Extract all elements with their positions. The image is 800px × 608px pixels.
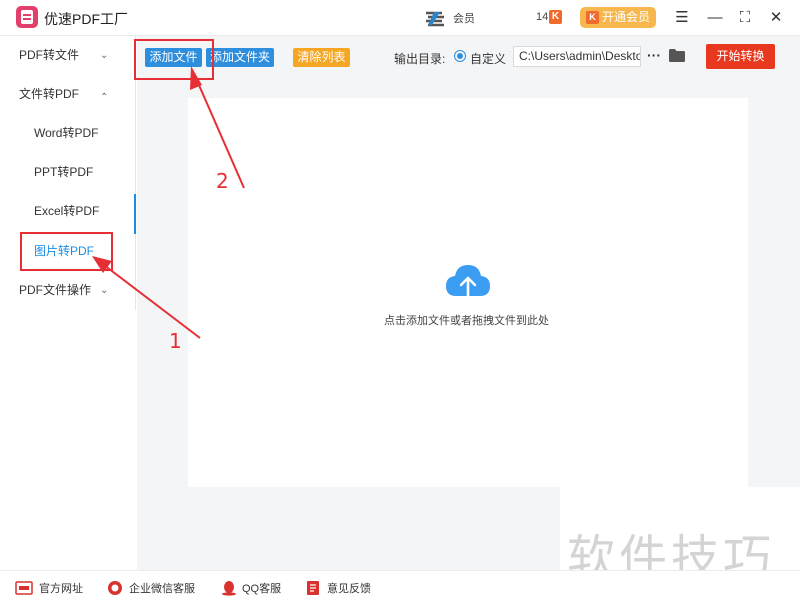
feedback-icon[interactable]: [304, 580, 322, 596]
sidebar-item-label: PDF转文件: [19, 48, 80, 62]
clear-list-button[interactable]: 清除列表: [293, 48, 350, 67]
add-folder-button[interactable]: 添加文件夹: [206, 48, 274, 67]
sidebar-item-label: Excel转PDF: [34, 204, 100, 218]
qq-icon[interactable]: [220, 580, 238, 596]
user-logo-icon: [426, 11, 444, 27]
cloud-upload-icon[interactable]: [444, 262, 492, 302]
footer-link-website[interactable]: 官方网址: [39, 582, 83, 596]
vip-k-icon: K: [586, 11, 599, 24]
user-id: 14: [536, 11, 549, 23]
website-icon[interactable]: [15, 580, 33, 596]
sidebar-active-indicator: [134, 194, 136, 234]
sidebar-item-file-to-pdf[interactable]: 文件转PDF: [19, 84, 79, 104]
output-dir-label: 输出目录:: [394, 52, 446, 66]
sidebar-item-word-to-pdf[interactable]: Word转PDF: [34, 123, 98, 143]
sidebar-item-ppt-to-pdf[interactable]: PPT转PDF: [34, 162, 93, 182]
app-logo-icon: [16, 6, 38, 28]
footer-link-feedback[interactable]: 意见反馈: [327, 582, 371, 596]
custom-radio-label: 自定义: [470, 52, 507, 66]
minimize-button[interactable]: —: [705, 8, 725, 28]
chevron-up-icon[interactable]: ⌃: [100, 93, 110, 103]
footer-link-wechat-service[interactable]: 企业微信客服: [129, 582, 195, 596]
open-vip-button[interactable]: K 开通会员: [580, 7, 656, 28]
sidebar-item-label: PPT转PDF: [34, 165, 94, 179]
footer-link-qq-service[interactable]: QQ客服: [242, 582, 281, 596]
annotation-step-2: 2: [216, 169, 229, 193]
vip-button-label: 开通会员: [602, 10, 651, 24]
menu-icon[interactable]: ☰: [672, 8, 692, 28]
maximize-button[interactable]: ⛶: [735, 8, 755, 28]
custom-radio[interactable]: [454, 50, 466, 62]
close-button[interactable]: ✕: [766, 8, 786, 28]
sidebar-item-label: 文件转PDF: [19, 87, 80, 101]
wechat-service-icon[interactable]: [106, 580, 124, 596]
sidebar-item-label: PDF文件操作: [19, 283, 92, 297]
sidebar-item-label: Word转PDF: [34, 126, 99, 140]
chevron-down-icon[interactable]: ⌄: [100, 286, 110, 296]
annotation-highlight-box: [134, 39, 214, 80]
vip-tag-icon: K: [549, 10, 562, 24]
sidebar-item-excel-to-pdf[interactable]: Excel转PDF: [34, 201, 99, 221]
user-name: 会员: [453, 13, 475, 25]
start-convert-button[interactable]: 开始转换: [706, 44, 775, 69]
chevron-down-icon[interactable]: ⌄: [100, 51, 110, 61]
sidebar-item-pdf-to-file[interactable]: PDF转文件: [19, 45, 79, 65]
annotation-highlight-box: [20, 232, 113, 271]
app-title: 优速PDF工厂: [44, 11, 128, 27]
folder-icon[interactable]: [669, 49, 685, 62]
annotation-step-1: 1: [169, 329, 182, 353]
dropzone-hint: 点击添加文件或者拖拽文件到此处: [384, 315, 549, 327]
more-options-button[interactable]: ···: [645, 46, 663, 66]
output-path-input[interactable]: C:\Users\admin\Deskto: [513, 46, 641, 67]
sidebar-item-pdf-operations[interactable]: PDF文件操作: [19, 280, 91, 300]
